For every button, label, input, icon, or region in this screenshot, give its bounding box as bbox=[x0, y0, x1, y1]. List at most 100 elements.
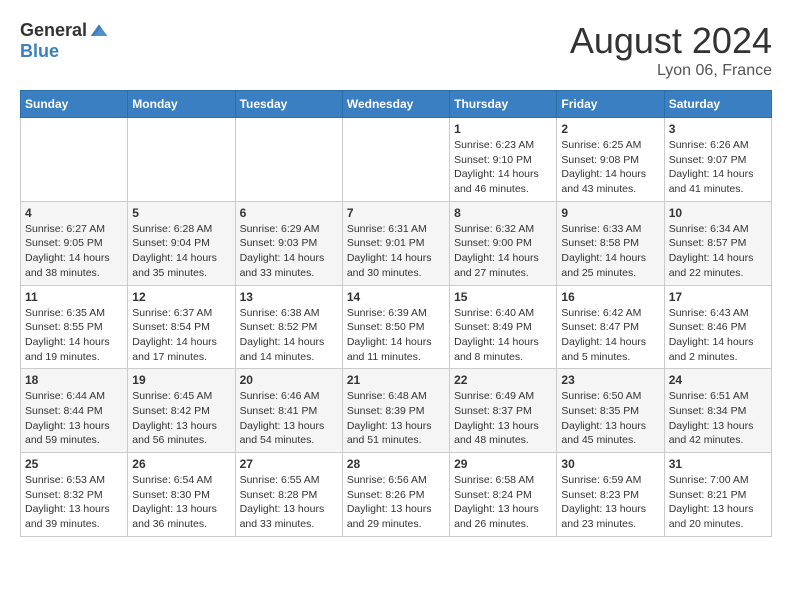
day-info: Sunrise: 7:00 AMSunset: 8:21 PMDaylight:… bbox=[669, 473, 767, 532]
day-info: Sunrise: 6:27 AMSunset: 9:05 PMDaylight:… bbox=[25, 222, 123, 281]
calendar-cell: 7 Sunrise: 6:31 AMSunset: 9:01 PMDaylight… bbox=[342, 201, 449, 285]
day-info: Sunrise: 6:39 AMSunset: 8:50 PMDaylight:… bbox=[347, 306, 445, 365]
calendar-cell: 31 Sunrise: 7:00 AMSunset: 8:21 PMDayligh… bbox=[664, 453, 771, 537]
calendar-cell bbox=[342, 118, 449, 202]
day-info: Sunrise: 6:55 AMSunset: 8:28 PMDaylight:… bbox=[240, 473, 338, 532]
calendar-cell: 11Sunrise: 6:35 AMSunset: 8:55 PMDayligh… bbox=[21, 285, 128, 369]
logo-icon bbox=[89, 21, 109, 41]
location-label: Lyon 06, France bbox=[570, 62, 772, 80]
day-info: Sunrise: 6:50 AMSunset: 8:35 PMDaylight:… bbox=[561, 389, 659, 448]
day-number: 2 bbox=[561, 122, 659, 136]
day-number: 20 bbox=[240, 373, 338, 387]
day-number: 18 bbox=[25, 373, 123, 387]
calendar-cell: 17 Sunrise: 6:43 AMSunset: 8:46 PMDayligh… bbox=[664, 285, 771, 369]
day-info: Sunrise: 6:34 AMSunset: 8:57 PMDaylight:… bbox=[669, 222, 767, 281]
calendar-cell: 1 Sunrise: 6:23 AMSunset: 9:10 PMDaylight… bbox=[450, 118, 557, 202]
day-number: 3 bbox=[669, 122, 767, 136]
day-number: 24 bbox=[669, 373, 767, 387]
day-number: 25 bbox=[25, 457, 123, 471]
calendar-cell: 12Sunrise: 6:37 AMSunset: 8:54 PMDayligh… bbox=[128, 285, 235, 369]
calendar-cell bbox=[128, 118, 235, 202]
logo-blue-text: Blue bbox=[20, 41, 59, 62]
logo: General Blue bbox=[20, 20, 109, 62]
calendar-cell: 6Sunrise: 6:29 AMSunset: 9:03 PMDaylight… bbox=[235, 201, 342, 285]
day-info: Sunrise: 6:26 AMSunset: 9:07 PMDaylight:… bbox=[669, 138, 767, 197]
calendar-header-row: SundayMondayTuesdayWednesdayThursdayFrid… bbox=[21, 91, 772, 118]
calendar-cell: 27Sunrise: 6:55 AMSunset: 8:28 PMDayligh… bbox=[235, 453, 342, 537]
calendar-table: SundayMondayTuesdayWednesdayThursdayFrid… bbox=[20, 90, 772, 537]
day-number: 30 bbox=[561, 457, 659, 471]
day-info: Sunrise: 6:54 AMSunset: 8:30 PMDaylight:… bbox=[132, 473, 230, 532]
day-info: Sunrise: 6:40 AMSunset: 8:49 PMDaylight:… bbox=[454, 306, 552, 365]
calendar-cell: 3 Sunrise: 6:26 AMSunset: 9:07 PMDaylight… bbox=[664, 118, 771, 202]
calendar-week-row: 4 Sunrise: 6:27 AMSunset: 9:05 PMDaylight… bbox=[21, 201, 772, 285]
day-number: 1 bbox=[454, 122, 552, 136]
day-info: Sunrise: 6:45 AMSunset: 8:42 PMDaylight:… bbox=[132, 389, 230, 448]
calendar-cell: 24 Sunrise: 6:51 AMSunset: 8:34 PMDayligh… bbox=[664, 369, 771, 453]
month-title: August 2024 bbox=[570, 20, 772, 62]
day-info: Sunrise: 6:29 AMSunset: 9:03 PMDaylight:… bbox=[240, 222, 338, 281]
day-info: Sunrise: 6:48 AMSunset: 8:39 PMDaylight:… bbox=[347, 389, 445, 448]
day-info: Sunrise: 6:31 AMSunset: 9:01 PMDaylight:… bbox=[347, 222, 445, 281]
day-number: 4 bbox=[25, 206, 123, 220]
day-info: Sunrise: 6:43 AMSunset: 8:46 PMDaylight:… bbox=[669, 306, 767, 365]
day-info: Sunrise: 6:33 AMSunset: 8:58 PMDaylight:… bbox=[561, 222, 659, 281]
day-info: Sunrise: 6:28 AMSunset: 9:04 PMDaylight:… bbox=[132, 222, 230, 281]
day-number: 8 bbox=[454, 206, 552, 220]
calendar-cell: 26 Sunrise: 6:54 AMSunset: 8:30 PMDayligh… bbox=[128, 453, 235, 537]
day-of-week-header: Saturday bbox=[664, 91, 771, 118]
day-info: Sunrise: 6:42 AMSunset: 8:47 PMDaylight:… bbox=[561, 306, 659, 365]
day-number: 23 bbox=[561, 373, 659, 387]
day-number: 11 bbox=[25, 290, 123, 304]
day-info: Sunrise: 6:25 AMSunset: 9:08 PMDaylight:… bbox=[561, 138, 659, 197]
day-number: 26 bbox=[132, 457, 230, 471]
day-number: 17 bbox=[669, 290, 767, 304]
day-info: Sunrise: 6:59 AMSunset: 8:23 PMDaylight:… bbox=[561, 473, 659, 532]
calendar-cell: 20 Sunrise: 6:46 AMSunset: 8:41 PMDayligh… bbox=[235, 369, 342, 453]
day-of-week-header: Tuesday bbox=[235, 91, 342, 118]
day-info: Sunrise: 6:53 AMSunset: 8:32 PMDaylight:… bbox=[25, 473, 123, 532]
day-info: Sunrise: 6:56 AMSunset: 8:26 PMDaylight:… bbox=[347, 473, 445, 532]
day-info: Sunrise: 6:38 AMSunset: 8:52 PMDaylight:… bbox=[240, 306, 338, 365]
calendar-cell: 2 Sunrise: 6:25 AMSunset: 9:08 PMDaylight… bbox=[557, 118, 664, 202]
calendar-cell: 23 Sunrise: 6:50 AMSunset: 8:35 PMDayligh… bbox=[557, 369, 664, 453]
day-info: Sunrise: 6:58 AMSunset: 8:24 PMDaylight:… bbox=[454, 473, 552, 532]
calendar-cell: 22 Sunrise: 6:49 AMSunset: 8:37 PMDayligh… bbox=[450, 369, 557, 453]
day-of-week-header: Wednesday bbox=[342, 91, 449, 118]
calendar-cell: 13 Sunrise: 6:38 AMSunset: 8:52 PMDayligh… bbox=[235, 285, 342, 369]
calendar-cell bbox=[235, 118, 342, 202]
day-info: Sunrise: 6:46 AMSunset: 8:41 PMDaylight:… bbox=[240, 389, 338, 448]
logo-general-text: General bbox=[20, 20, 87, 41]
calendar-cell: 18Sunrise: 6:44 AMSunset: 8:44 PMDayligh… bbox=[21, 369, 128, 453]
day-info: Sunrise: 6:51 AMSunset: 8:34 PMDaylight:… bbox=[669, 389, 767, 448]
calendar-cell: 16Sunrise: 6:42 AMSunset: 8:47 PMDayligh… bbox=[557, 285, 664, 369]
day-of-week-header: Thursday bbox=[450, 91, 557, 118]
day-number: 12 bbox=[132, 290, 230, 304]
day-number: 22 bbox=[454, 373, 552, 387]
day-info: Sunrise: 6:23 AMSunset: 9:10 PMDaylight:… bbox=[454, 138, 552, 197]
day-info: Sunrise: 6:49 AMSunset: 8:37 PMDaylight:… bbox=[454, 389, 552, 448]
calendar-cell: 28 Sunrise: 6:56 AMSunset: 8:26 PMDayligh… bbox=[342, 453, 449, 537]
day-number: 28 bbox=[347, 457, 445, 471]
day-number: 14 bbox=[347, 290, 445, 304]
day-number: 7 bbox=[347, 206, 445, 220]
day-number: 9 bbox=[561, 206, 659, 220]
calendar-cell: 4 Sunrise: 6:27 AMSunset: 9:05 PMDaylight… bbox=[21, 201, 128, 285]
day-number: 10 bbox=[669, 206, 767, 220]
day-number: 5 bbox=[132, 206, 230, 220]
day-number: 21 bbox=[347, 373, 445, 387]
day-number: 31 bbox=[669, 457, 767, 471]
day-of-week-header: Monday bbox=[128, 91, 235, 118]
day-number: 13 bbox=[240, 290, 338, 304]
calendar-cell: 15 Sunrise: 6:40 AMSunset: 8:49 PMDayligh… bbox=[450, 285, 557, 369]
day-of-week-header: Sunday bbox=[21, 91, 128, 118]
calendar-week-row: 11Sunrise: 6:35 AMSunset: 8:55 PMDayligh… bbox=[21, 285, 772, 369]
calendar-cell: 10 Sunrise: 6:34 AMSunset: 8:57 PMDayligh… bbox=[664, 201, 771, 285]
calendar-week-row: 25 Sunrise: 6:53 AMSunset: 8:32 PMDayligh… bbox=[21, 453, 772, 537]
calendar-week-row: 18Sunrise: 6:44 AMSunset: 8:44 PMDayligh… bbox=[21, 369, 772, 453]
calendar-cell: 9 Sunrise: 6:33 AMSunset: 8:58 PMDaylight… bbox=[557, 201, 664, 285]
day-of-week-header: Friday bbox=[557, 91, 664, 118]
day-number: 29 bbox=[454, 457, 552, 471]
day-number: 19 bbox=[132, 373, 230, 387]
day-number: 15 bbox=[454, 290, 552, 304]
